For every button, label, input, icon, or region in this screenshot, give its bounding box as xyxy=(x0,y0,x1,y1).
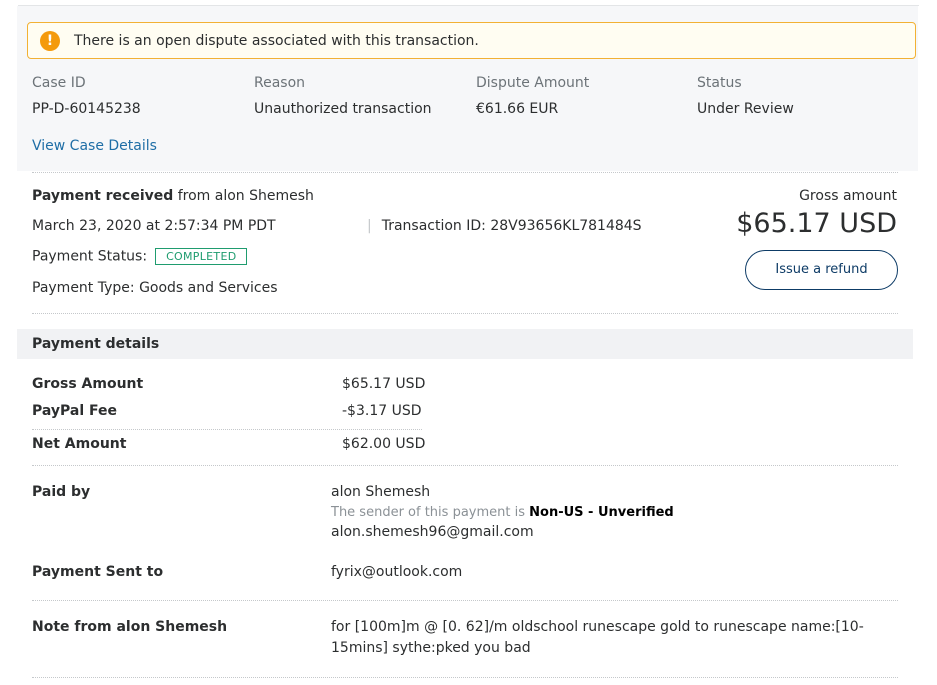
divider xyxy=(32,600,898,601)
gross-amount-row-value: $65.17 USD xyxy=(342,376,426,392)
payment-from: from alon Shemesh xyxy=(177,188,314,204)
dispute-amount-label: Dispute Amount xyxy=(476,75,590,91)
payment-sent-to-label: Payment Sent to xyxy=(32,564,164,580)
payment-details-title: Payment details xyxy=(32,336,160,352)
gross-amount-label: Gross amount xyxy=(799,188,897,204)
payer-name: alon Shemesh xyxy=(331,484,431,500)
separator: | xyxy=(367,218,372,234)
payment-status-line: Payment Status: COMPLETED xyxy=(32,248,248,265)
reason-column: Reason Unauthorized transaction xyxy=(254,75,432,117)
dispute-alert: ! There is an open dispute associated wi… xyxy=(27,22,916,59)
payment-datetime: March 23, 2020 at 2:57:34 PM PDT xyxy=(32,218,276,234)
note-text: for [100m]m @ [0. 62]/m oldschool runesc… xyxy=(331,619,864,656)
paid-by-label: Paid by xyxy=(32,484,91,500)
gross-amount-value: $65.17 USD xyxy=(736,208,897,239)
net-amount-value: $62.00 USD xyxy=(342,436,426,452)
exclamation-icon: ! xyxy=(40,31,60,51)
net-amount-label: Net Amount xyxy=(32,436,127,452)
case-id-label: Case ID xyxy=(32,75,86,91)
sender-status-value: Non-US - Unverified xyxy=(529,505,674,520)
paypal-fee-label: PayPal Fee xyxy=(32,403,118,419)
transaction-details-page: ! There is an open dispute associated wi… xyxy=(0,0,937,685)
case-id-value: PP-D-60145238 xyxy=(32,101,141,117)
dispute-amount-value: €61.66 EUR xyxy=(476,101,559,117)
sender-status-line: The sender of this payment is Non-US - U… xyxy=(331,505,674,520)
payment-status-label: Payment Status: xyxy=(32,248,148,265)
payment-received-label: Payment received xyxy=(32,188,174,204)
payment-type: Payment Type: Goods and Services xyxy=(32,280,278,296)
status-badge: COMPLETED xyxy=(155,248,248,265)
payer-email: alon.shemesh96@gmail.com xyxy=(331,524,534,540)
view-case-details-link[interactable]: View Case Details xyxy=(32,138,157,154)
paypal-fee-value: -$3.17 USD xyxy=(342,403,422,419)
transaction-id-line: | Transaction ID: 28V93656KL781484S xyxy=(367,218,642,234)
divider xyxy=(32,677,898,678)
reason-value: Unauthorized transaction xyxy=(254,101,432,117)
gross-amount-row-label: Gross Amount xyxy=(32,376,144,392)
divider xyxy=(32,172,898,173)
payment-details-header: Payment details xyxy=(17,329,913,359)
dispute-amount-column: Dispute Amount €61.66 EUR xyxy=(476,75,589,117)
transaction-id: Transaction ID: 28V93656KL781484S xyxy=(381,218,642,234)
status-label: Status xyxy=(697,75,742,91)
alert-message: There is an open dispute associated with… xyxy=(74,33,479,49)
payment-received-line: Payment received from alon Shemesh xyxy=(32,188,314,204)
issue-refund-button[interactable]: Issue a refund xyxy=(745,250,898,290)
status-value: Under Review xyxy=(697,101,794,117)
status-column: Status Under Review xyxy=(697,75,794,117)
case-id-column: Case ID PP-D-60145238 xyxy=(32,75,141,117)
divider xyxy=(32,313,898,314)
recipient-email: fyrix@outlook.com xyxy=(331,564,463,580)
divider xyxy=(32,429,422,430)
divider xyxy=(32,465,898,466)
reason-label: Reason xyxy=(254,75,306,91)
note-label: Note from alon Shemesh xyxy=(32,619,228,635)
sender-status-prefix: The sender of this payment is xyxy=(331,505,525,520)
